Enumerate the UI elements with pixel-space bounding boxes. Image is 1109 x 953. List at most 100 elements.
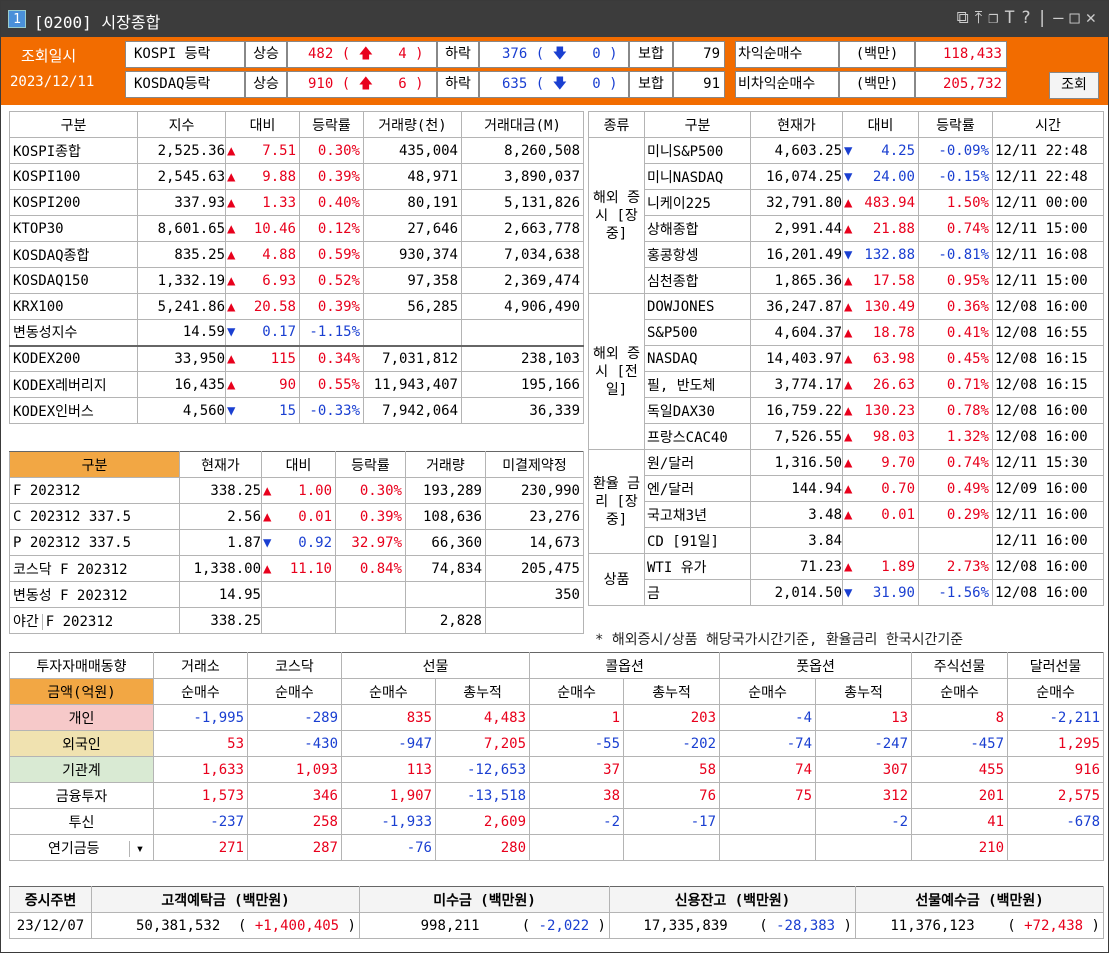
column-header[interactable]: 현재가	[179, 451, 262, 478]
column-header[interactable]: 미결제약정	[485, 451, 584, 478]
column-header[interactable]: 거래량(천)	[363, 111, 462, 138]
table-row[interactable]: 야간 F 202312 338.25 2,828	[9, 607, 584, 634]
table-row[interactable]: 투신 -237 258 -1,933 2,609 -2 -17 -2 41 -678	[9, 808, 1105, 835]
investor-value	[719, 834, 817, 861]
table-row[interactable]: C 202312 337.5 2.56 ▲ 0.01 0.39% 108,636 23,27…	[9, 503, 584, 530]
column-header[interactable]: 주식선물	[911, 652, 1009, 679]
table-row[interactable]: KOSPI200 337.93 ▲ 1.33 0.40% 80,191 5,131,826	[9, 189, 584, 216]
table-row[interactable]: 심천종합 1,865.36 ▲ 17.58 0.95% 12/11 15:00	[589, 267, 1104, 294]
column-header[interactable]: 거래대금(M)	[461, 111, 584, 138]
table-row[interactable]: 코스닥 F 202312 1,338.00 ▲ 11.10 0.84% 74,834 205…	[9, 555, 584, 582]
world-rate: 1.32%	[918, 423, 993, 450]
world-change: ▼ 31.90	[842, 579, 919, 606]
column-header[interactable]: 구분	[644, 111, 751, 138]
table-row[interactable]: KOSDAQ150 1,332.19 ▲ 6.93 0.52% 97,358 2,369,4…	[9, 267, 584, 294]
dropdown-icon[interactable]: ▾	[128, 840, 145, 857]
table-row[interactable]: KOSPI100 2,545.63 ▲ 9.88 0.39% 48,971 3,890,03…	[9, 163, 584, 190]
column-header[interactable]: 종류	[588, 111, 645, 138]
table-row[interactable]: KTOP30 8,601.65 ▲ 10.46 0.12% 27,646 2,663,778	[9, 215, 584, 242]
help-icon[interactable]: ?	[1021, 8, 1033, 28]
restore-icon[interactable]: ⧉	[957, 8, 971, 28]
column-header[interactable]: 등락률	[299, 111, 364, 138]
table-row[interactable]: 국고채3년 3.48 ▲ 0.01 0.29% 12/11 16:00	[589, 501, 1104, 528]
investor-value: 271	[153, 834, 248, 861]
column-header[interactable]: 거래소	[153, 652, 248, 679]
table-row[interactable]: 개인 -1,995 -289 835 4,483 1 203 -4 13 8 -2,211	[9, 704, 1105, 731]
table-row[interactable]: 금 2,014.50 ▼ 31.90 -1.56% 12/08 16:00	[589, 579, 1104, 606]
table-row[interactable]: 미니NASDAQ 16,074.25 ▼ 24.00 -0.15% 12/11 22:48	[589, 163, 1104, 190]
column-header[interactable]: 구분	[9, 111, 138, 138]
column-header[interactable]: 등락률	[335, 451, 406, 478]
column-header[interactable]: 지수	[137, 111, 226, 138]
column-header[interactable]: 풋옵션	[719, 652, 913, 679]
table-row[interactable]: 해외 증시 [전일] DOWJONES 36,247.87 ▲ 130.49 0.36% 1…	[588, 293, 1104, 450]
font-icon[interactable]: T	[1005, 8, 1017, 28]
table-row[interactable]: 금융투자 1,573 346 1,907 -13,518 38 76 75 312 201 2,57…	[9, 782, 1105, 809]
table-row[interactable]: NASDAQ 14,403.97 ▲ 63.98 0.45% 12/08 16:15	[589, 345, 1104, 372]
table-row[interactable]: KOSDAQ종합 835.25 ▲ 4.88 0.59% 930,374 7,034,638	[9, 241, 584, 268]
column-header[interactable]: 대비	[842, 111, 919, 138]
futures-name: C 202312 337.5	[9, 503, 180, 530]
investor-value: 1,295	[1007, 730, 1105, 757]
investor-value: 1,093	[247, 756, 342, 783]
table-row[interactable]: 기관계 1,633 1,093 113 -12,653 37 58 74 307 455 916	[9, 756, 1105, 783]
index-volume: 435,004	[363, 137, 462, 164]
maximize-icon[interactable]: □	[1070, 8, 1082, 28]
table-row[interactable]: KODEX인버스 4,560 ▼ 15 -0.33% 7,942,064 36,339	[9, 397, 584, 424]
column-header[interactable]: 대비	[225, 111, 300, 138]
arb-value: 118,433	[915, 41, 1007, 68]
table-row[interactable]: 해외 증시 [장중] 미니S&P500 4,603.25 ▼ 4.25 -0.09% 12/…	[588, 137, 1104, 294]
investor-name[interactable]: 연기금등 ▾	[9, 834, 154, 861]
query-button[interactable]: 조회	[1049, 72, 1099, 99]
pin-icon[interactable]: ⤒	[975, 8, 985, 28]
futures-rate	[335, 607, 406, 634]
table-row[interactable]: 엔/달러 144.94 ▲ 0.70 0.49% 12/09 16:00	[589, 475, 1104, 502]
column-header[interactable]: 대비	[261, 451, 336, 478]
column-header[interactable]: 콜옵션	[529, 652, 721, 679]
close-icon[interactable]: ✕	[1086, 8, 1098, 28]
column-header[interactable]: 선물	[340, 652, 531, 679]
table-row[interactable]: F 202312 338.25 ▲ 1.00 0.30% 193,289 230,990	[9, 477, 584, 504]
table-row[interactable]: CD [91일] 3.84 12/11 16:00	[589, 527, 1104, 554]
table-row[interactable]: 변동성 F 202312 14.95 350	[9, 581, 584, 608]
column-header[interactable]: 등락률	[918, 111, 993, 138]
unit-selector[interactable]: 금액(억원)	[9, 678, 154, 705]
world-rate: 0.29%	[918, 501, 993, 528]
table-row[interactable]: 변동성지수 14.59 ▼ 0.17 -1.15%	[9, 319, 584, 346]
table-row[interactable]: 환율 금리 [장중] 원/달러 1,316.50 ▲ 9.70 0.74% 12/11 15…	[588, 449, 1104, 554]
investor-value: -947	[341, 730, 436, 757]
column-header[interactable]: 거래량	[405, 451, 486, 478]
table-row[interactable]: KOSPI종합 2,525.36 ▲ 7.51 0.30% 435,004 8,260,50…	[9, 137, 584, 164]
world-rate	[918, 527, 993, 554]
investor-value: -2	[529, 808, 625, 835]
table-row[interactable]: 필, 반도체 3,774.17 ▲ 26.63 0.71% 12/08 16:15	[589, 371, 1104, 398]
table-row[interactable]: P 202312 337.5 1.87 ▼ 0.92 32.97% 66,360 14,67…	[9, 529, 584, 556]
header-bar: 조회일시 2023/12/11 KOSPI 등락 상승 482 ( 🡅 4 ) 하락 3…	[1, 37, 1108, 105]
column-header[interactable]: 달러선물	[1007, 652, 1105, 679]
column-header[interactable]: 현재가	[750, 111, 843, 138]
table-row[interactable]: 외국인 53 -430 -947 7,205 -55 -202 -74 -247 -457 1,29…	[9, 730, 1105, 757]
table-row[interactable]: 독일DAX30 16,759.22 ▲ 130.23 0.78% 12/08 16:00	[589, 397, 1104, 424]
table-row[interactable]: 상해종합 2,991.44 ▲ 21.88 0.74% 12/11 15:00	[589, 215, 1104, 242]
table-row[interactable]: 프랑스CAC40 7,526.55 ▲ 98.03 1.32% 12/08 16:00	[589, 423, 1104, 450]
table-row[interactable]: 연기금등 ▾ 271 287 -76 280 210	[9, 834, 1105, 861]
column-header[interactable]: 구분	[9, 451, 180, 478]
table-row[interactable]: 홍콩항셍 16,201.49 ▼ 132.88 -0.81% 12/11 16:08	[589, 241, 1104, 268]
minimize-icon[interactable]: —	[1053, 8, 1065, 28]
date-value[interactable]: 2023/12/11	[10, 74, 94, 90]
column-header[interactable]: 코스닥	[247, 652, 342, 679]
table-row[interactable]: KRX100 5,241.86 ▲ 20.58 0.39% 56,285 4,906,490	[9, 293, 584, 320]
window-icon[interactable]: ❐	[988, 8, 1000, 28]
investor-value: -1,933	[341, 808, 436, 835]
table-row[interactable]: KODEX200 33,950 ▲ 115 0.34% 7,031,812 238,103	[9, 344, 584, 372]
table-row[interactable]: S&P500 4,604.37 ▲ 18.78 0.41% 12/08 16:55	[589, 319, 1104, 346]
world-time: 12/08 16:15	[992, 345, 1104, 372]
window-number[interactable]: 1	[8, 10, 26, 28]
table-row[interactable]: 상품 WTI 유가 71.23 ▲ 1.89 2.73% 12/08 16:00	[588, 553, 1104, 606]
table-row[interactable]: 니케이225 32,791.80 ▲ 483.94 1.50% 12/11 00:00	[589, 189, 1104, 216]
table-row[interactable]: KODEX레버리지 16,435 ▲ 90 0.55% 11,943,407 195,166	[9, 371, 584, 398]
index-change: ▲ 10.46	[225, 215, 300, 242]
column-header[interactable]: 시간	[992, 111, 1104, 138]
index-amount: 3,890,037	[461, 163, 584, 190]
sub-header: 순매수	[153, 678, 248, 705]
